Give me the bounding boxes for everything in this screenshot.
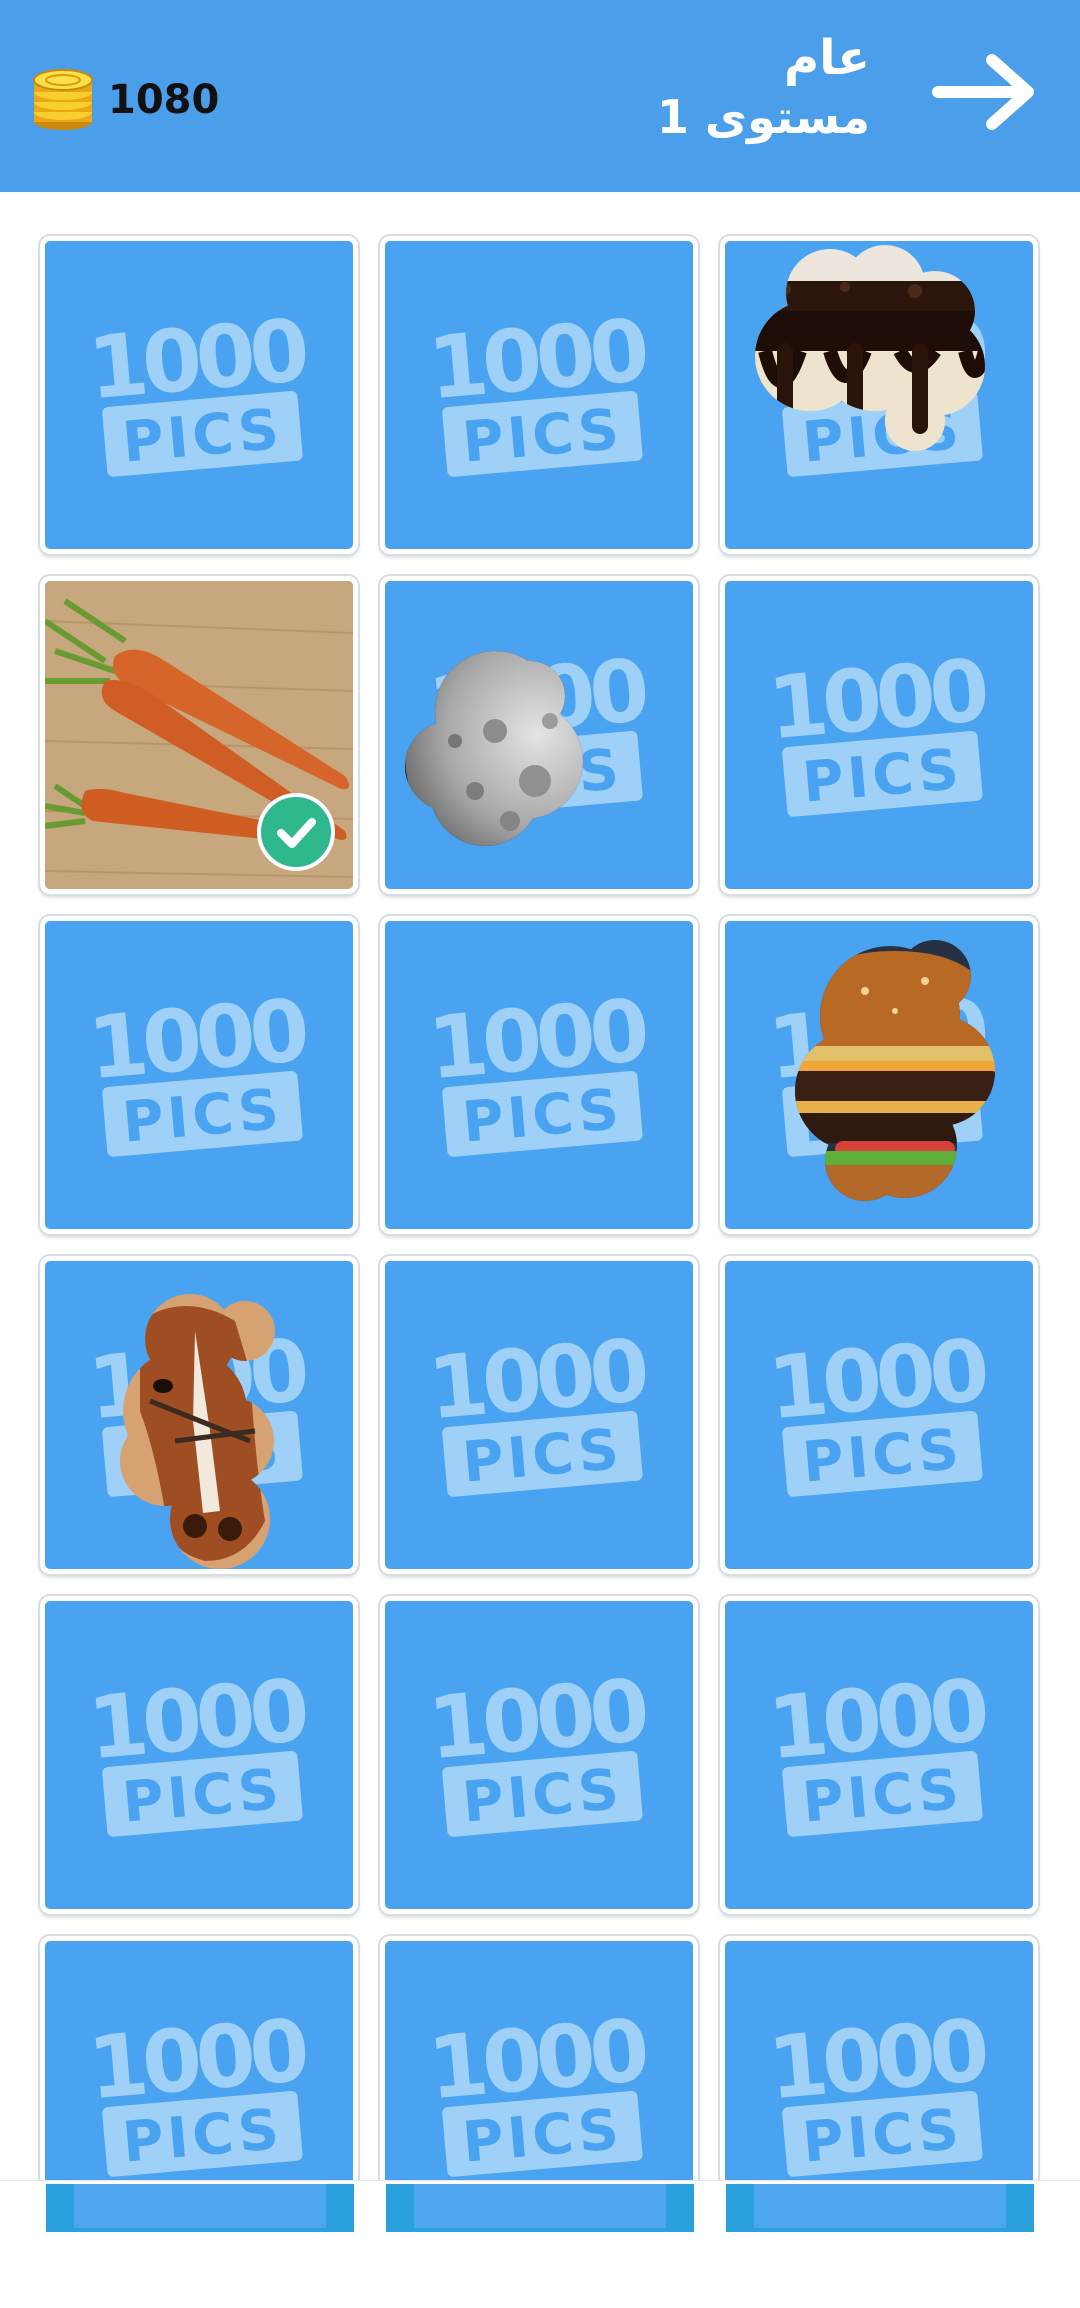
logo-1000-pics-icon: 1000PICS (764, 1661, 990, 1837)
puzzle-tile-8[interactable]: 1000 PICS (380, 916, 698, 1234)
logo-bottom-text: PICS (460, 397, 625, 476)
puzzle-tile-6[interactable]: 1000 PICS (720, 576, 1038, 894)
puzzle-tile-14[interactable]: 1000 PICS (380, 1596, 698, 1914)
puzzle-tile-13[interactable]: 1000 PICS (40, 1596, 358, 1914)
chocolate-cake-image (755, 245, 985, 451)
logo-1000-pics-icon: 1000PICS (764, 641, 990, 817)
puzzle-tile-11[interactable]: 1000 PICS (380, 1256, 698, 1574)
bottom-tab-1[interactable] (46, 2184, 354, 2232)
logo-1000-pics-icon: 1000PICS (424, 301, 650, 477)
top-bar: 1080 عام مستوى 1 (0, 0, 1080, 192)
puzzle-tile-2[interactable]: 1000 PICS (380, 236, 698, 554)
logo-bottom-text: PICS (460, 1757, 625, 1836)
coin-stack-icon (33, 69, 93, 130)
logo-bottom-text: PICS (460, 1077, 625, 1156)
logo-bottom-text: PICS (460, 2097, 625, 2176)
logo-1000-pics-icon: 1000PICS (424, 1661, 650, 1837)
logo-bottom-text: PICS (460, 1417, 625, 1496)
app-screen: 1080 عام مستوى 1 1000PICS1000PICS1000PIC… (0, 0, 1080, 2308)
logo-bottom-text: PICS (120, 1077, 285, 1156)
title-block: عام مستوى 1 (657, 28, 870, 146)
logo-bottom-text: PICS (120, 2097, 285, 2176)
horse-image (120, 1294, 275, 1569)
category-title: عام (784, 30, 870, 86)
logo-1000-pics-icon: 1000PICS (764, 1321, 990, 1497)
logo-bottom-text: PICS (800, 737, 965, 816)
puzzle-tile-15[interactable]: 1000 PICS (720, 1596, 1038, 1914)
puzzle-tile-4[interactable] (40, 576, 358, 894)
logo-bottom-text: PICS (800, 2097, 965, 2176)
puzzle-tile-9[interactable]: 1000PICS (720, 916, 1038, 1234)
moon-image (405, 651, 583, 846)
logo-1000-pics-icon: 1000PICS (424, 1321, 650, 1497)
logo-1000-pics-icon: 1000PICS (84, 1661, 310, 1837)
puzzle-tile-5[interactable]: 1000PICS (380, 576, 698, 894)
logo-1000-pics-icon: 1000PICS (84, 981, 310, 1157)
puzzle-tile-12[interactable]: 1000 PICS (720, 1256, 1038, 1574)
logo-bottom-text: PICS (800, 1757, 965, 1836)
logo-bottom-text: PICS (120, 1757, 285, 1836)
coin-count: 1080 (108, 77, 220, 123)
level-title: مستوى 1 (656, 90, 870, 144)
puzzle-tile-3[interactable]: 1000PICS (720, 236, 1038, 554)
logo-1000-pics-icon: 1000PICS (84, 301, 310, 477)
arrow-right-icon[interactable] (930, 52, 1042, 132)
bottom-tab-2[interactable] (386, 2184, 694, 2232)
logo-bottom-text: PICS (800, 1417, 965, 1496)
puzzle-tile-7[interactable]: 1000 PICS (40, 916, 358, 1234)
burger-image (795, 940, 995, 1201)
check-badge-icon (257, 793, 335, 871)
puzzle-tile-10[interactable]: 1000PICS (40, 1256, 358, 1574)
logo-bottom-text: PICS (120, 397, 285, 476)
puzzle-tile-1[interactable]: 1000 PICS (40, 236, 358, 554)
logo-1000-pics-icon: 1000PICS (424, 981, 650, 1157)
bottom-tab-3[interactable] (726, 2184, 1034, 2232)
